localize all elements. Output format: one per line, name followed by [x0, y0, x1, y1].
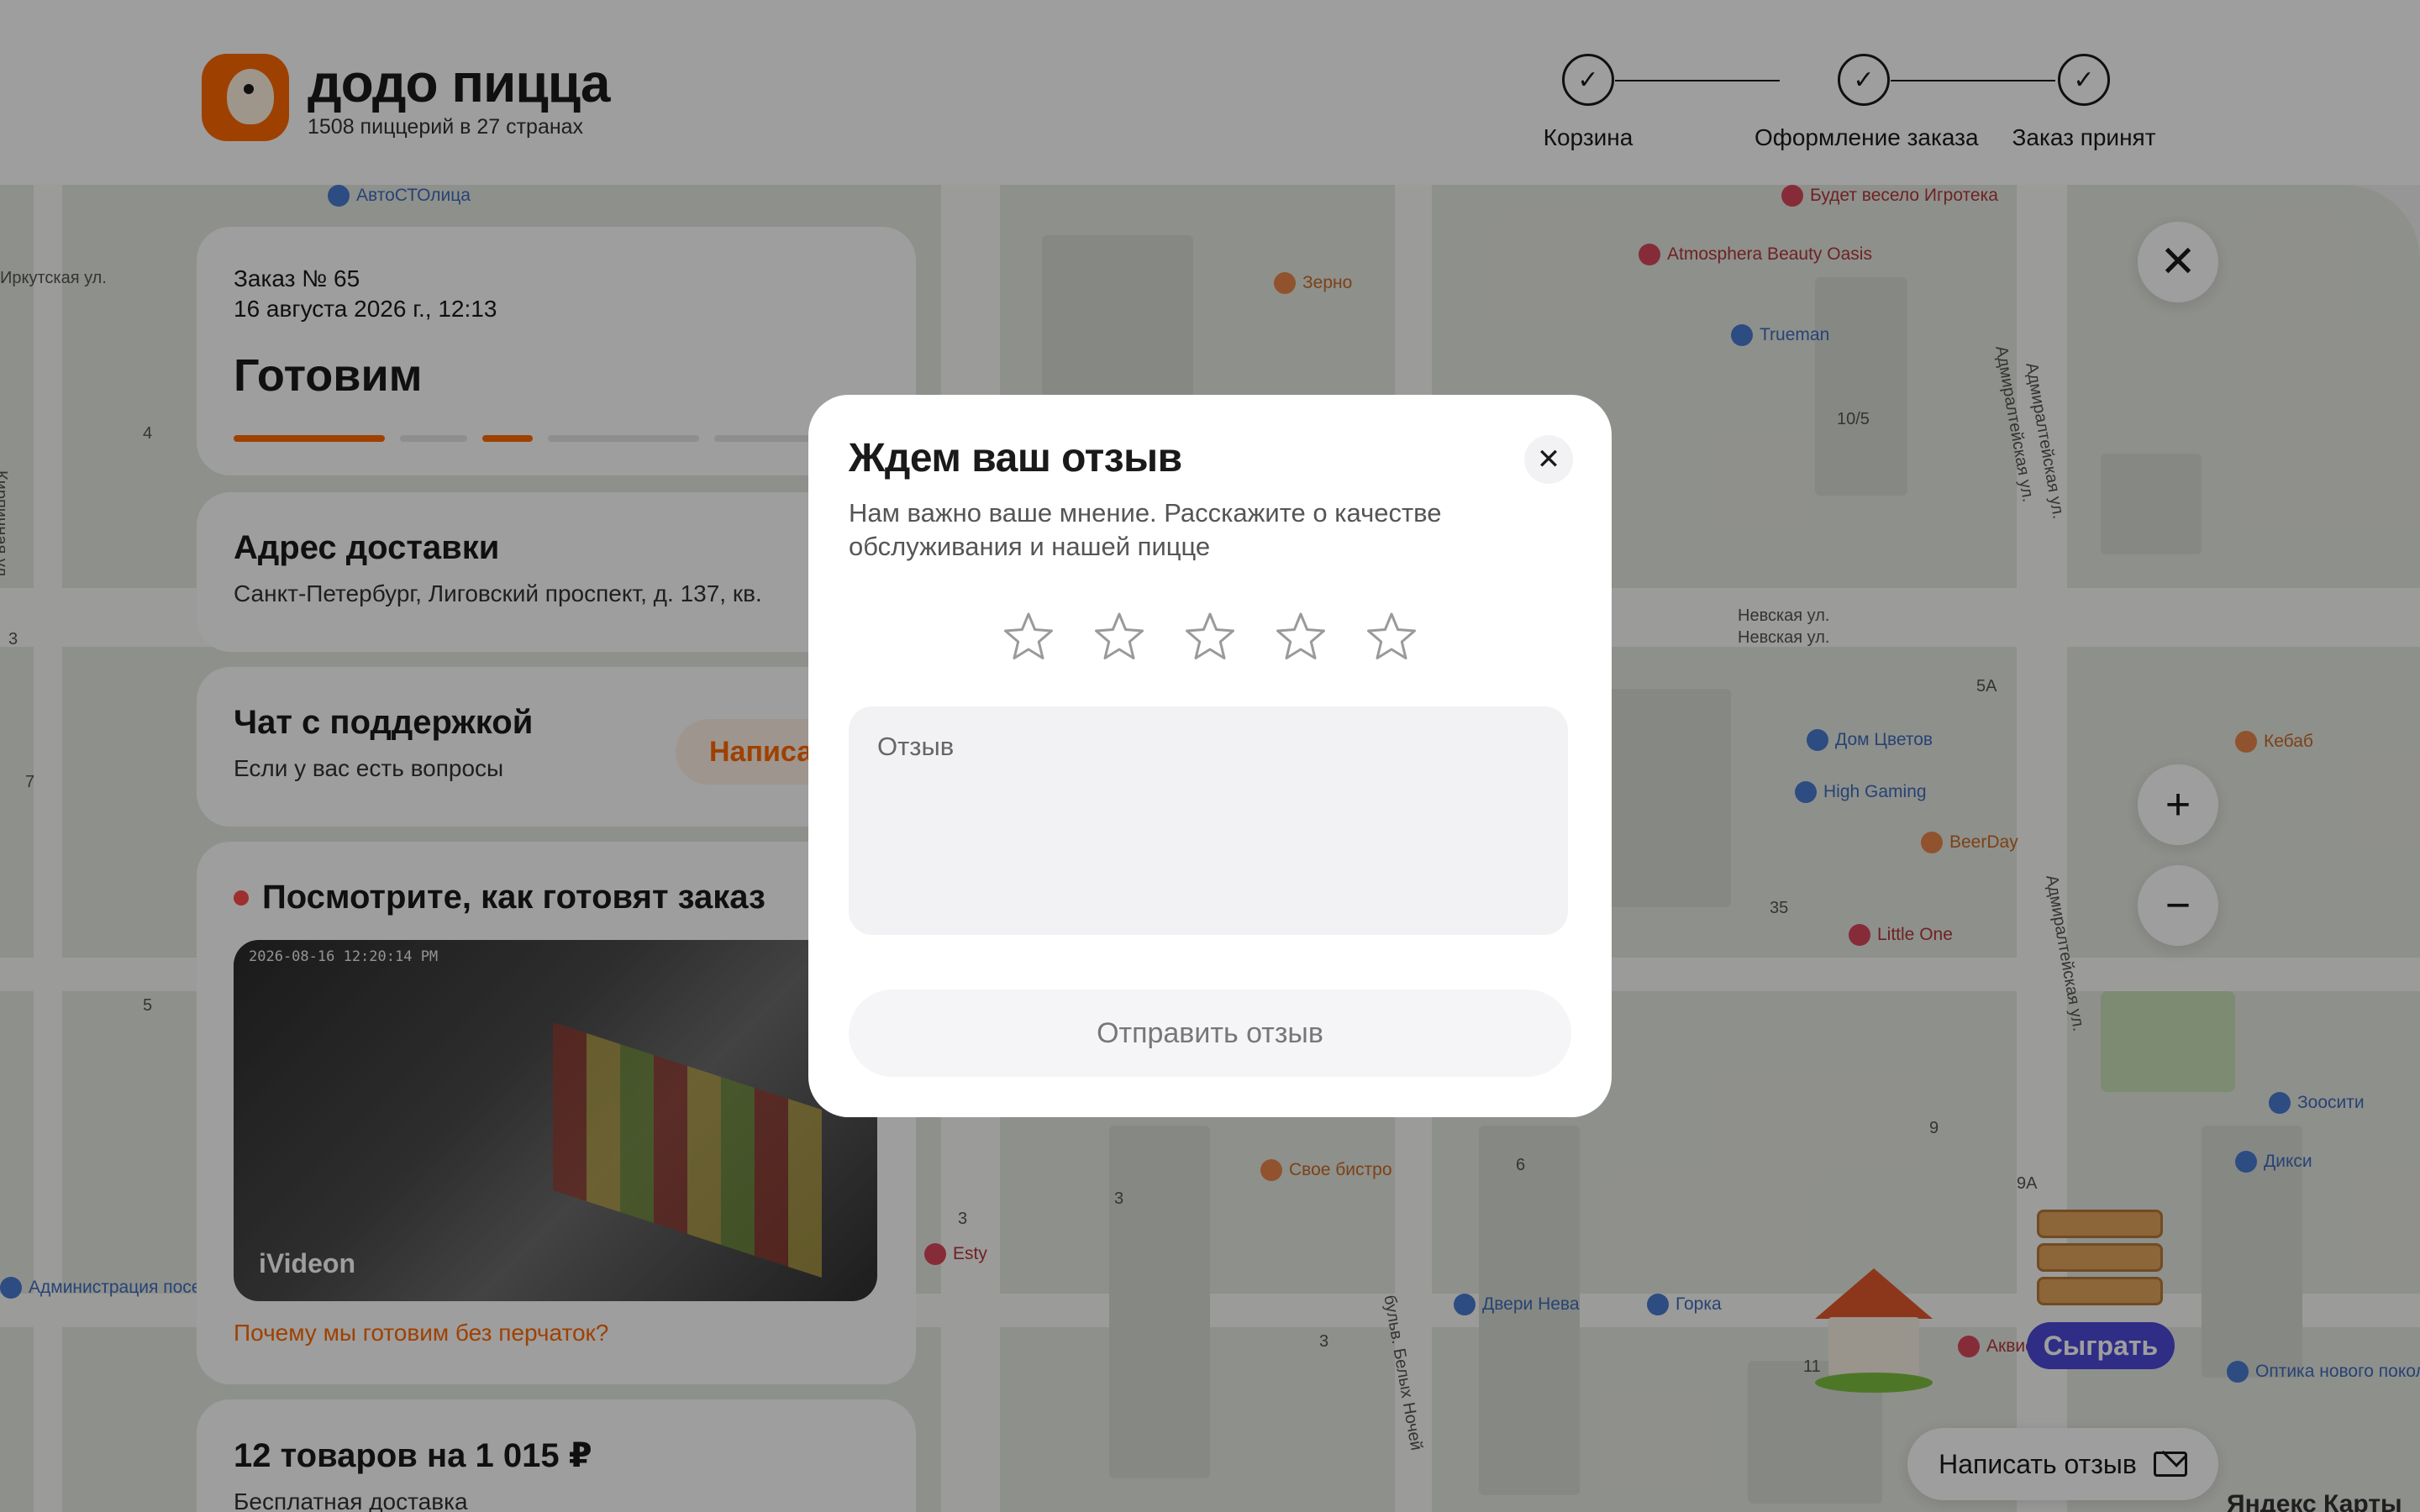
star-outline-icon[interactable] [1365, 611, 1418, 663]
star-outline-icon[interactable] [1184, 611, 1236, 663]
submit-review-button[interactable]: Отправить отзыв [849, 990, 1571, 1077]
modal-description: Нам важно ваше мнение. Расскажите о каче… [849, 498, 1442, 561]
modal-title: Ждем ваш отзыв [849, 436, 1182, 480]
close-icon: ✕ [1536, 444, 1561, 475]
star-rating [849, 611, 1571, 663]
star-outline-icon[interactable] [1275, 611, 1327, 663]
review-input[interactable] [849, 706, 1568, 935]
review-modal: Ждем ваш отзыв ✕ Нам важно ваше мнение. … [808, 395, 1612, 1117]
star-outline-icon[interactable] [1002, 611, 1055, 663]
star-outline-icon[interactable] [1093, 611, 1145, 663]
modal-close-button[interactable]: ✕ [1524, 435, 1573, 484]
